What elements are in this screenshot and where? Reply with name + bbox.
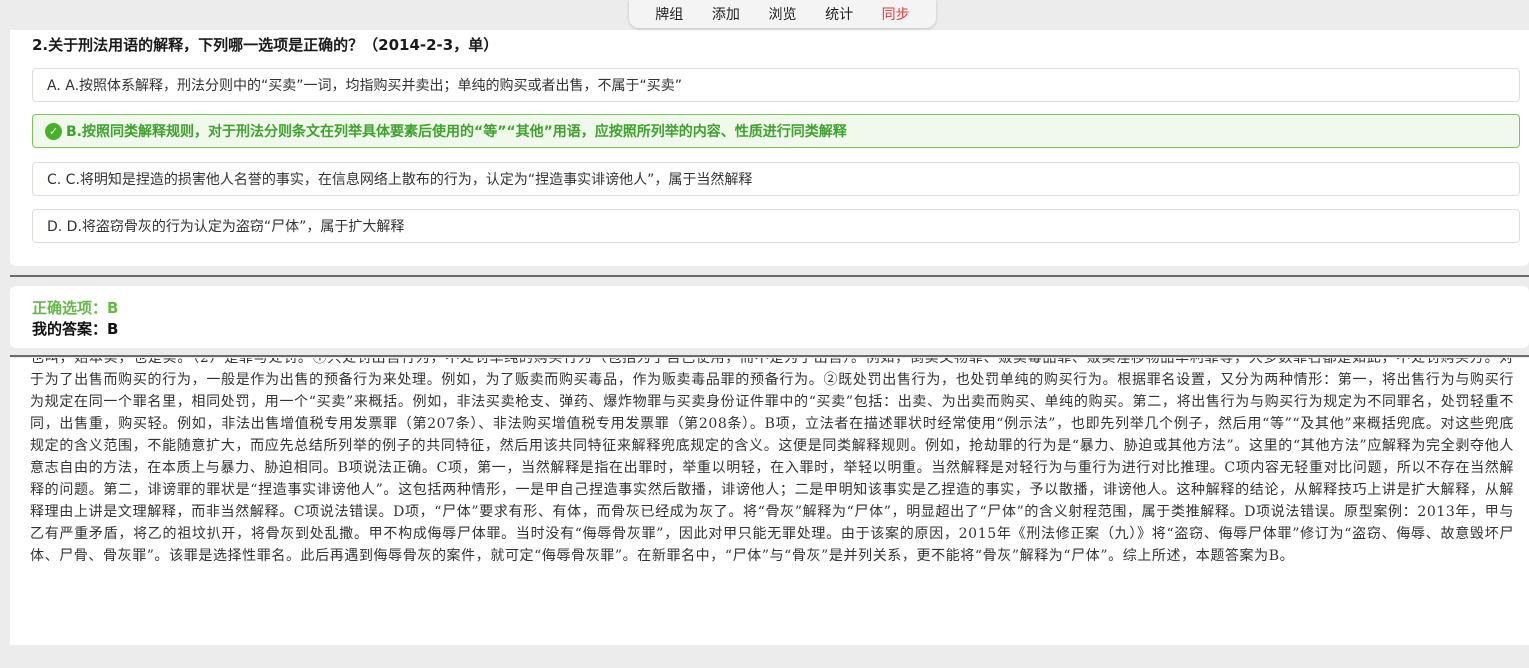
correct-answer-text: 正确选项：B <box>32 299 119 317</box>
question-panel: 2.关于刑法用语的解释，下列哪一选项是正确的？（2014-2-3，单） A. A… <box>10 30 1529 266</box>
top-navigation: 牌组 添加 浏览 统计 同步 <box>629 0 936 28</box>
answer-panel: 正确选项：B 我的答案：B <box>10 286 1529 348</box>
option-d[interactable]: D. D.将盗窃骨灰的行为认定为盗窃“尸体”，属于扩大解释 <box>32 209 1520 243</box>
option-a-label: A. A.按照体系解释，刑法分则中的“买卖”一词，均指购买并卖出；单纯的购买或者… <box>47 78 683 94</box>
my-answer-text: 我的答案：B <box>32 320 119 338</box>
option-b[interactable]: ✓ B.按照同类解释规则，对于刑法分则条文在列举具体要素后使用的“等”“其他”用… <box>32 114 1520 148</box>
tab-sync[interactable]: 同步 <box>878 4 914 24</box>
divider <box>10 355 1529 357</box>
option-c[interactable]: C. C.将明知是捏造的损害他人名誉的事实，在信息网络上散布的行为，认定为“捏造… <box>32 162 1520 196</box>
tab-stats[interactable]: 统计 <box>821 4 857 24</box>
tab-decks[interactable]: 牌组 <box>651 4 687 24</box>
divider <box>10 275 1529 277</box>
question-title: 2.关于刑法用语的解释，下列哪一选项是正确的？（2014-2-3，单） <box>32 36 499 54</box>
option-c-label: C. C.将明知是捏造的损害他人名誉的事实，在信息网络上散布的行为，认定为“捏造… <box>47 172 753 188</box>
option-d-label: D. D.将盗窃骨灰的行为认定为盗窃“尸体”，属于扩大解释 <box>47 219 405 235</box>
option-a[interactable]: A. A.按照体系解释，刑法分则中的“买卖”一词，均指购买并卖出；单纯的购买或者… <box>32 68 1520 102</box>
check-circle-icon: ✓ <box>45 122 62 140</box>
explanation-text: 也叫，始本实，也是实。（2）是罪与处罚。①只处罚出售行为，不处罚单纯的购买行为（… <box>30 358 1515 564</box>
option-b-label: B.按照同类解释规则，对于刑法分则条文在列举具体要素后使用的“等”“其他”用语，… <box>66 124 847 140</box>
explanation-panel[interactable]: 也叫，始本实，也是实。（2）是罪与处罚。①只处罚出售行为，不处罚单纯的购买行为（… <box>10 358 1529 645</box>
tab-add[interactable]: 添加 <box>708 4 744 24</box>
tab-browse[interactable]: 浏览 <box>764 4 800 24</box>
